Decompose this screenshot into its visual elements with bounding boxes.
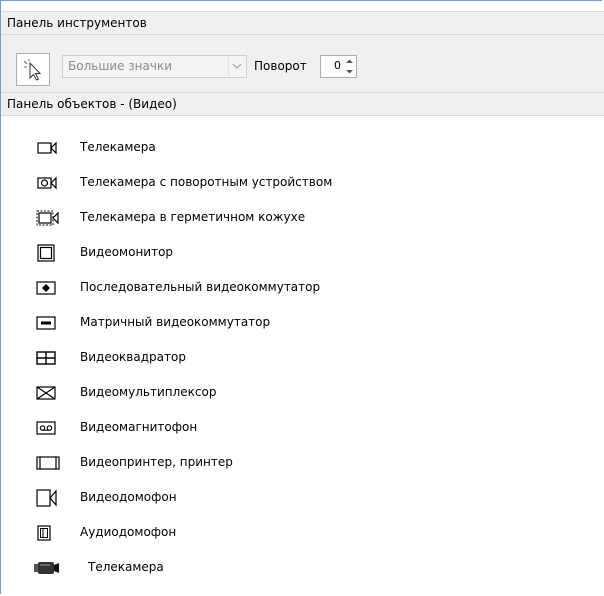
list-item[interactable]: Видеоквадратор	[1, 340, 601, 375]
icon-size-select-value: Большие значки	[68, 59, 173, 73]
objects-panel-title: Панель объектов - (Видео)	[7, 97, 177, 111]
quad-splitter-icon	[36, 351, 56, 365]
list-item-label: Видеомагнитофон	[80, 420, 198, 434]
icon-size-dropdown-button[interactable]	[228, 56, 246, 77]
list-item-label: Последовательный видеокоммутатор	[80, 280, 321, 294]
list-item[interactable]: Последовательный видеокоммутатор	[1, 270, 601, 305]
camera-black-icon	[34, 562, 59, 574]
video-monitor-icon	[37, 244, 55, 262]
list-item[interactable]: Телекамера с поворотным устройством	[1, 165, 601, 200]
list-item[interactable]: Телекамера	[1, 550, 601, 585]
list-item-label: Матричный видеокоммутатор	[80, 315, 271, 329]
matrix-switcher-icon	[36, 316, 56, 330]
chevron-down-icon	[232, 63, 242, 69]
list-item-label: Телекамера	[88, 560, 164, 574]
list-item-label: Телекамера	[80, 140, 156, 154]
list-item[interactable]: Телекамера в герметичном кожухе	[1, 200, 601, 235]
list-item[interactable]: Видеомультиплексор	[1, 375, 601, 410]
list-item[interactable]: Телекамера	[1, 130, 601, 165]
pointer-tool-button[interactable]	[16, 53, 50, 86]
list-item-label: Телекамера с поворотным устройством	[80, 175, 333, 189]
toolbar-panel-header[interactable]: Панель инструментов	[1, 11, 604, 35]
list-item[interactable]: Видеомонитор	[1, 235, 601, 270]
list-item[interactable]: Аудиодомофон	[1, 515, 601, 550]
rotation-stepper-buttons	[344, 57, 355, 76]
list-item-label: Видеодомофон	[80, 490, 177, 504]
toolbar-panel-title: Панель инструментов	[7, 16, 147, 30]
camera-rotator-icon	[37, 176, 57, 190]
rotation-label: Поворот	[254, 59, 307, 73]
list-item-label: Видеопринтер, принтер	[80, 455, 233, 469]
camera-sealed-housing-icon	[36, 210, 59, 226]
audio-intercom-icon	[37, 525, 51, 541]
stepper-up-icon[interactable]	[344, 57, 355, 66]
list-item-label: Видеоквадратор	[80, 350, 186, 364]
list-item-label: Аудиодомофон	[80, 525, 177, 539]
vcr-icon	[36, 421, 56, 435]
list-item[interactable]: Видеомагнитофон	[1, 410, 601, 445]
video-intercom-icon	[36, 489, 57, 507]
list-item-label: Видеомонитор	[80, 245, 174, 259]
list-item-label: Видеомультиплексор	[80, 385, 217, 399]
rotation-stepper[interactable]: 0	[320, 55, 357, 78]
stepper-down-icon[interactable]	[344, 67, 355, 76]
rotation-value[interactable]: 0	[334, 59, 341, 72]
arrow-pointer-icon	[23, 59, 42, 81]
video-printer-icon	[36, 456, 60, 470]
sequential-switcher-icon	[36, 281, 56, 295]
list-item-label: Телекамера в герметичном кожухе	[80, 210, 306, 224]
objects-list: Телекамера Телекамера с поворотным устро…	[1, 116, 604, 596]
video-multiplexer-icon	[36, 386, 56, 400]
list-item[interactable]: Видеодомофон	[1, 480, 601, 515]
icon-size-select[interactable]: Большие значки	[62, 55, 247, 78]
toolbar-row: Большие значки Поворот 0	[1, 35, 604, 92]
objects-panel-header[interactable]: Панель объектов - (Видео)	[1, 92, 604, 116]
list-item[interactable]: Видеопринтер, принтер	[1, 445, 601, 480]
camera-icon	[37, 141, 57, 155]
list-item[interactable]: Матричный видеокоммутатор	[1, 305, 601, 340]
